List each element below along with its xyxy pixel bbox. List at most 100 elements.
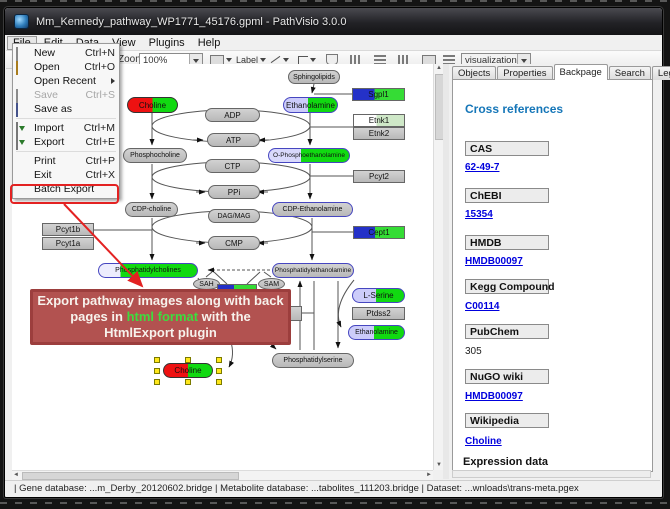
pathway-node[interactable]: Phosphocholine [123, 148, 187, 163]
nugo-link[interactable]: HMDB00097 [465, 391, 523, 402]
pathway-node-selected[interactable]: Choline [163, 363, 213, 378]
menu-item-save-as[interactable]: Save as [13, 102, 119, 116]
node-label: CDP-choline [132, 206, 171, 213]
save-as-icon [16, 104, 30, 115]
sidebar-horizontal-scrollbar[interactable] [452, 470, 651, 478]
menu-item-batch-export[interactable]: Batch Export [13, 182, 119, 196]
pathway-node[interactable]: ATP [207, 133, 260, 147]
dropdown-arrow-icon [283, 58, 289, 62]
menu-item-open[interactable]: Open Ctrl+O [13, 60, 119, 74]
blank-icon-gutter [16, 184, 30, 195]
pathway-node[interactable]: PPi [208, 185, 260, 199]
new-file-icon [16, 48, 30, 59]
pathway-node[interactable]: CDP-choline [125, 202, 178, 217]
kegg-link[interactable]: C00114 [465, 301, 499, 312]
pathway-node[interactable]: ADP [205, 108, 260, 122]
pathway-node[interactable]: Phosphatidylserine [272, 353, 354, 368]
pathway-node[interactable]: Pcyt2 [353, 170, 405, 183]
scroll-up-icon[interactable]: ▲ [436, 64, 442, 73]
menu-item-export[interactable]: Export Ctrl+E [13, 135, 119, 149]
menu-item-shortcut: Ctrl+M [84, 122, 115, 134]
tab-legend[interactable]: Legend [652, 66, 670, 80]
menu-item-label: New [34, 47, 79, 59]
menu-item-new[interactable]: New Ctrl+N [13, 46, 119, 60]
selection-handle[interactable] [216, 357, 222, 363]
node-label: ATP [226, 136, 241, 145]
selection-handle[interactable] [185, 357, 191, 363]
section-header-chebi: ChEBI [465, 188, 549, 203]
pathway-node[interactable]: Ethanolamine [348, 325, 405, 340]
section-header-kegg: Kegg Compound [465, 279, 549, 294]
menu-item-print[interactable]: Print Ctrl+P [13, 154, 119, 168]
tab-objects[interactable]: Objects [452, 66, 496, 80]
pathway-node[interactable]: CTP [205, 159, 260, 173]
tab-search[interactable]: Search [609, 66, 651, 80]
pathway-node[interactable]: Phosphatidylcholines [98, 263, 198, 278]
pathway-node[interactable]: L-Serine [352, 288, 405, 303]
canvas-horizontal-scrollbar[interactable]: ◄ ► [12, 470, 433, 480]
tab-backpage[interactable]: Backpage [554, 64, 608, 80]
export-icon [16, 137, 30, 148]
node-label: Ptdss2 [366, 309, 390, 318]
selection-handle[interactable] [154, 368, 160, 374]
pathway-node[interactable]: Pcyt1a [42, 237, 94, 250]
menu-item-label: Save [34, 89, 80, 101]
menu-separator [16, 151, 116, 152]
pathway-node[interactable]: Phosphatidylethanolamine [272, 263, 354, 278]
pathway-node[interactable]: O-Phosphoethanolamine [268, 148, 350, 163]
status-bar: | Gene database: ...m_Derby_20120602.bri… [5, 480, 660, 496]
pathway-node[interactable]: Ptdss2 [352, 307, 405, 320]
node-label: Phosphocholine [130, 152, 180, 159]
node-label: Cept1 [368, 228, 389, 237]
node-label: Etnk2 [369, 129, 389, 138]
desktop: { "window": { "title": "Mm_Kennedy_pathw… [0, 0, 670, 509]
title-bar[interactable]: Mm_Kennedy_pathway_WP1771_45176.gpml - P… [5, 8, 662, 35]
scroll-down-icon[interactable]: ▼ [436, 461, 442, 470]
pathway-node[interactable]: CDP-Ethanolamine [272, 202, 353, 217]
cross-references-heading: Cross references [465, 102, 563, 116]
selection-handle[interactable] [216, 379, 222, 385]
dropdown-arrow-icon [260, 58, 266, 62]
menu-item-label: Print [34, 155, 80, 167]
blank-icon-gutter [16, 76, 30, 87]
pathway-node[interactable]: Etnk1 [353, 114, 405, 127]
menu-help[interactable]: Help [192, 36, 227, 50]
cas-link[interactable]: 62-49-7 [465, 162, 499, 173]
scroll-right-icon[interactable]: ► [426, 471, 432, 480]
scroll-left-icon[interactable]: ◄ [13, 471, 19, 480]
pathway-node[interactable]: Cept1 [353, 226, 405, 239]
selection-handle[interactable] [185, 379, 191, 385]
node-label: Sgpl1 [368, 90, 388, 99]
selection-handle[interactable] [154, 357, 160, 363]
blank-icon-gutter [16, 156, 30, 167]
scrollbar-thumb[interactable] [22, 472, 239, 480]
node-label: Phosphatidylcholines [115, 267, 181, 274]
menu-item-shortcut: Ctrl+E [86, 136, 115, 148]
pathway-node[interactable]: Choline [127, 97, 178, 113]
menu-plugins[interactable]: Plugins [143, 36, 191, 50]
wikipedia-link[interactable]: Choline [465, 436, 502, 447]
callout-line3: HtmlExport plugin [104, 325, 217, 341]
selection-handle[interactable] [154, 379, 160, 385]
pathway-node[interactable]: Sgpl1 [352, 88, 405, 101]
menu-item-import[interactable]: Import Ctrl+M [13, 121, 119, 135]
selection-handle[interactable] [216, 368, 222, 374]
line-icon [271, 56, 281, 63]
align-middle-icon [350, 55, 362, 64]
pathway-node[interactable]: Pcyt1b [42, 223, 94, 236]
stack-horizontal-icon [398, 55, 410, 64]
section-header-cas: CAS [465, 141, 549, 156]
chebi-link[interactable]: 15354 [465, 209, 493, 220]
pathway-node[interactable]: CMP [208, 236, 260, 250]
hmdb-link[interactable]: HMDB00097 [465, 256, 523, 267]
tab-properties[interactable]: Properties [497, 66, 552, 80]
pathway-node[interactable]: Sphingolipids [288, 70, 340, 84]
menu-item-exit[interactable]: Exit Ctrl+X [13, 168, 119, 182]
node-label: Etnk1 [369, 116, 389, 125]
node-label: Choline [174, 366, 201, 375]
pathway-node[interactable]: Ethanolamine [283, 97, 338, 113]
menu-item-shortcut: Ctrl+N [85, 47, 115, 59]
pathway-node[interactable]: Etnk2 [353, 127, 405, 140]
menu-item-open-recent[interactable]: Open Recent [13, 74, 119, 88]
pathway-node[interactable]: DAG/MAG [208, 209, 260, 223]
